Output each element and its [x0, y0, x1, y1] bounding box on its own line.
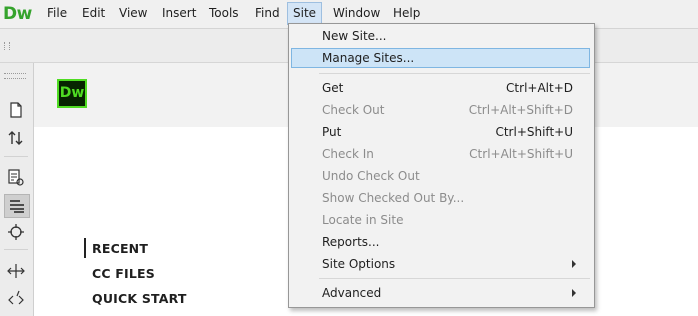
menu-item-shortcut: Ctrl+Alt+D — [506, 81, 573, 95]
menu-item-label: Put — [322, 125, 342, 139]
menu-item-shortcut: Ctrl+Alt+Shift+D — [468, 103, 573, 117]
menu-separator — [319, 278, 590, 279]
tool-strip — [0, 63, 34, 316]
menu-tools[interactable]: Tools — [204, 3, 244, 24]
menu-item-show-checked-out-by: Show Checked Out By... — [291, 188, 590, 208]
menu-item-reports[interactable]: Reports... — [291, 232, 590, 252]
menu-item-label: Locate in Site — [322, 213, 404, 227]
menu-item-check-in: Check In Ctrl+Alt+Shift+U — [291, 144, 590, 164]
strip-grip[interactable] — [4, 73, 26, 79]
strip-separator — [4, 156, 28, 157]
menu-item-put[interactable]: Put Ctrl+Shift+U — [291, 122, 590, 142]
menu-item-site-options[interactable]: Site Options — [291, 254, 590, 274]
menu-file[interactable]: File — [42, 3, 72, 24]
menu-item-label: Manage Sites... — [322, 51, 415, 65]
menu-item-new-site[interactable]: New Site... — [291, 26, 590, 46]
menu-separator — [319, 73, 590, 74]
menu-site[interactable]: Site — [287, 2, 323, 25]
start-link-cc-files[interactable]: CC FILES — [92, 266, 155, 281]
selected-indicator — [84, 238, 86, 258]
menu-find[interactable]: Find — [250, 3, 285, 24]
menu-item-label: Check In — [322, 147, 374, 161]
toolbar-grip[interactable] — [4, 42, 10, 50]
start-link-quick-start[interactable]: QUICK START — [92, 291, 187, 306]
site-menu-dropdown: New Site... Manage Sites... Get Ctrl+Alt… — [288, 23, 595, 308]
menu-item-label: Undo Check Out — [322, 169, 420, 183]
align-lines-icon[interactable] — [4, 194, 30, 218]
menu-help[interactable]: Help — [388, 3, 425, 24]
menu-item-label: New Site... — [322, 29, 387, 43]
menu-item-label: Advanced — [322, 286, 382, 300]
dreamweaver-badge: Dw — [57, 79, 87, 108]
menu-edit[interactable]: Edit — [77, 3, 110, 24]
menu-item-label: Show Checked Out By... — [322, 191, 465, 205]
menu-item-label: Reports... — [322, 235, 380, 249]
menu-window[interactable]: Window — [328, 3, 385, 24]
menu-view[interactable]: View — [114, 3, 152, 24]
dreamweaver-logo: Dw — [3, 4, 32, 24]
menu-item-label: Check Out — [322, 103, 385, 117]
code-tag-icon[interactable] — [4, 288, 28, 310]
menu-item-advanced[interactable]: Advanced — [291, 283, 590, 303]
menu-item-undo-check-out: Undo Check Out — [291, 166, 590, 186]
submenu-arrow-icon — [572, 260, 576, 268]
strip-separator — [4, 249, 28, 250]
menu-insert[interactable]: Insert — [157, 3, 201, 24]
menu-item-locate-in-site: Locate in Site — [291, 210, 590, 230]
target-icon[interactable] — [4, 221, 28, 243]
file-icon[interactable] — [4, 99, 28, 121]
menu-item-check-out: Check Out Ctrl+Alt+Shift+D — [291, 100, 590, 120]
menu-item-get[interactable]: Get Ctrl+Alt+D — [291, 78, 590, 98]
start-link-recent[interactable]: RECENT — [92, 241, 148, 256]
sort-arrows-icon[interactable] — [4, 127, 28, 149]
menu-item-shortcut: Ctrl+Alt+Shift+U — [469, 147, 573, 161]
move-icon[interactable] — [4, 260, 28, 282]
menu-item-manage-sites[interactable]: Manage Sites... — [291, 48, 590, 68]
menu-item-label: Get — [322, 81, 344, 95]
submenu-arrow-icon — [572, 289, 576, 297]
menu-item-shortcut: Ctrl+Shift+U — [495, 125, 573, 139]
inspect-icon[interactable] — [4, 167, 28, 189]
menu-item-label: Site Options — [322, 257, 396, 271]
